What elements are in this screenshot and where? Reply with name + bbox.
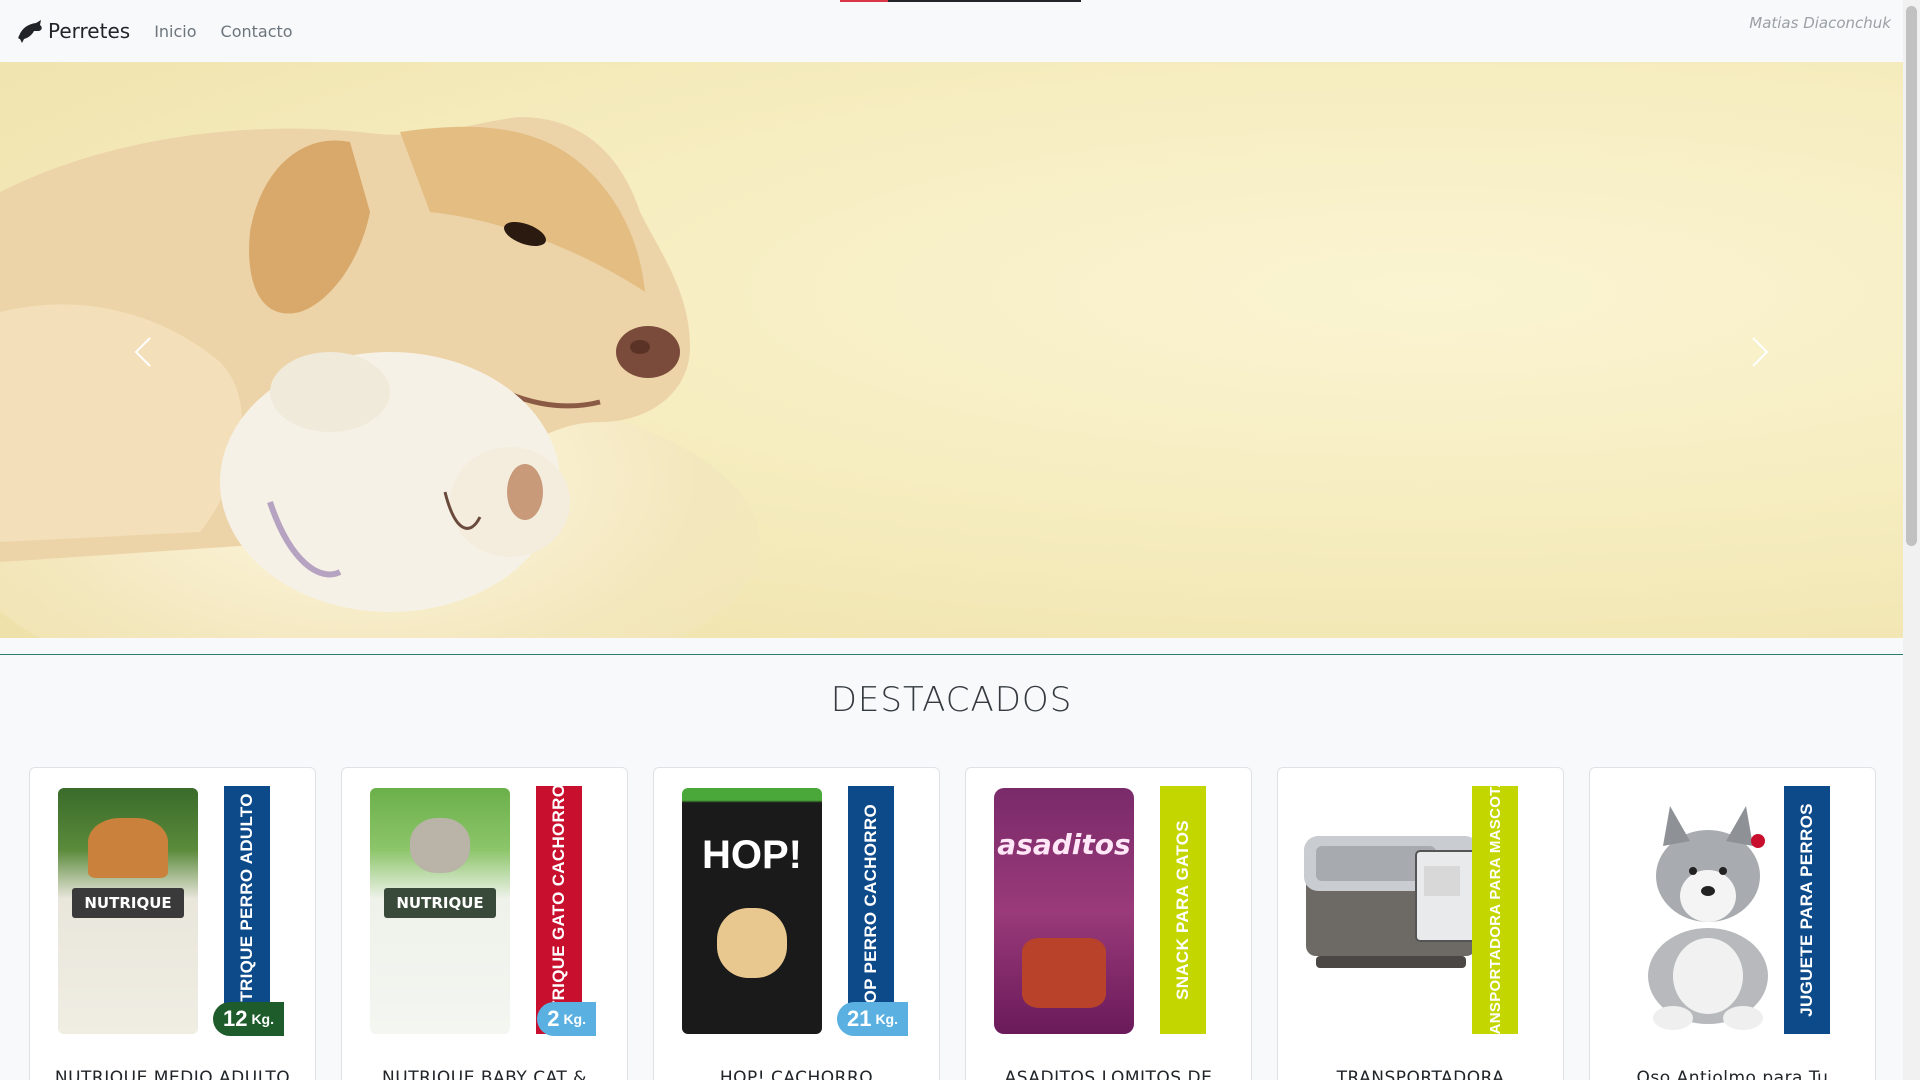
product-card[interactable]: NUTRIQUE NUTRIQUE GATO CACHORRO 2 Kg. NUT… — [341, 767, 628, 1080]
snack-photo-decoration — [1022, 938, 1106, 1008]
author-name: Matias Diaconchuk — [1749, 14, 1891, 32]
product-band: JUGUETE PARA PERROS — [1784, 786, 1830, 1034]
bag-brand-label: asaditos — [997, 828, 1131, 861]
product-title: ASADITOS LOMITOS DE — [1004, 1068, 1213, 1080]
product-bag: asaditos — [994, 788, 1134, 1034]
page-scrollbar[interactable] — [1903, 0, 1920, 1080]
product-title: Oso Antiolmo para Tu — [1636, 1068, 1829, 1080]
plush-husky-image — [1648, 806, 1768, 1030]
bag-brand-label: NUTRIQUE — [72, 888, 184, 918]
product-image: NUTRIQUE NUTRIQUE GATO CACHORRO 2 Kg. — [360, 784, 610, 1036]
product-cards: NUTRIQUE NUTRIQUE PERRO ADULTO 12 Kg. NUT… — [29, 767, 1876, 1080]
product-band: NUTRIQUE GATO CACHORRO — [536, 784, 582, 1036]
product-image: TRANSPORTADORA PARA MASCOTAS — [1296, 768, 1546, 1054]
brand-name: Perretes — [48, 19, 131, 43]
bag-brand-label: HOP! — [702, 833, 802, 877]
product-image: asaditos SNACK PARA GATOS — [984, 786, 1234, 1036]
scroll-progress-fill — [840, 0, 889, 2]
product-card[interactable]: JUGUETE PARA PERROS Oso Antiolmo para Tu — [1589, 767, 1876, 1080]
product-bag: NUTRIQUE — [370, 788, 510, 1034]
kitten-photo-decoration — [410, 818, 470, 873]
product-title: TRANSPORTADORA — [1336, 1068, 1505, 1080]
carousel-prev-button[interactable] — [113, 322, 173, 382]
product-title: HOP! CACHORRO — [719, 1068, 874, 1080]
product-bag: HOP! — [682, 788, 822, 1034]
chevron-left-icon — [134, 337, 151, 367]
product-image: HOP! HOP PERRO CACHORRO 21 Kg. — [672, 786, 922, 1036]
carousel-slide-image — [0, 117, 690, 612]
weight-badge: 2 Kg. — [537, 1002, 596, 1036]
product-band: TRANSPORTADORA PARA MASCOTAS — [1472, 768, 1518, 1054]
nav-link-inicio[interactable]: Inicio — [154, 22, 196, 41]
dog-photo-decoration — [88, 818, 168, 878]
section-title: DESTACADOS — [830, 680, 1073, 720]
product-band: NUTRIQUE PERRO ADULTO — [224, 786, 270, 1034]
product-card[interactable]: NUTRIQUE NUTRIQUE PERRO ADULTO 12 Kg. NUT… — [29, 767, 316, 1080]
puppy-photo-decoration — [717, 908, 787, 978]
section-divider — [0, 654, 1903, 655]
product-band: SNACK PARA GATOS — [1160, 786, 1206, 1034]
product-image: JUGUETE PARA PERROS — [1608, 786, 1858, 1036]
carousel-next-button[interactable] — [1730, 322, 1790, 382]
pet-carrier-image — [1304, 836, 1479, 968]
product-card[interactable]: HOP! HOP PERRO CACHORRO 21 Kg. HOP! CACHO… — [653, 767, 940, 1080]
brand-link[interactable]: Perretes — [16, 18, 130, 44]
product-card[interactable]: TRANSPORTADORA PARA MASCOTAS TRANSPORTAD… — [1277, 767, 1564, 1080]
product-band: HOP PERRO CACHORRO — [848, 786, 894, 1034]
scrollbar-thumb[interactable] — [1906, 6, 1917, 546]
scroll-progress-bar — [840, 0, 1081, 2]
chevron-right-icon — [1752, 337, 1769, 367]
bag-brand-label: NUTRIQUE — [384, 888, 496, 918]
product-title: NUTRIQUE MEDIO ADULTO — [54, 1068, 291, 1080]
navbar: Perretes Inicio Contacto Matias Diaconch… — [0, 0, 1903, 62]
product-card[interactable]: asaditos SNACK PARA GATOS ASADITOS LOMIT… — [965, 767, 1252, 1080]
product-image: NUTRIQUE NUTRIQUE PERRO ADULTO 12 Kg. — [48, 786, 298, 1036]
product-bag: NUTRIQUE — [58, 788, 198, 1034]
weight-badge: 21 Kg. — [836, 1002, 908, 1036]
hero-carousel — [0, 62, 1903, 638]
weight-badge: 12 Kg. — [212, 1002, 284, 1036]
nav-link-contacto[interactable]: Contacto — [221, 22, 293, 41]
product-title: NUTRIQUE BABY CAT & — [382, 1068, 587, 1080]
dog-logo-icon — [18, 20, 42, 43]
